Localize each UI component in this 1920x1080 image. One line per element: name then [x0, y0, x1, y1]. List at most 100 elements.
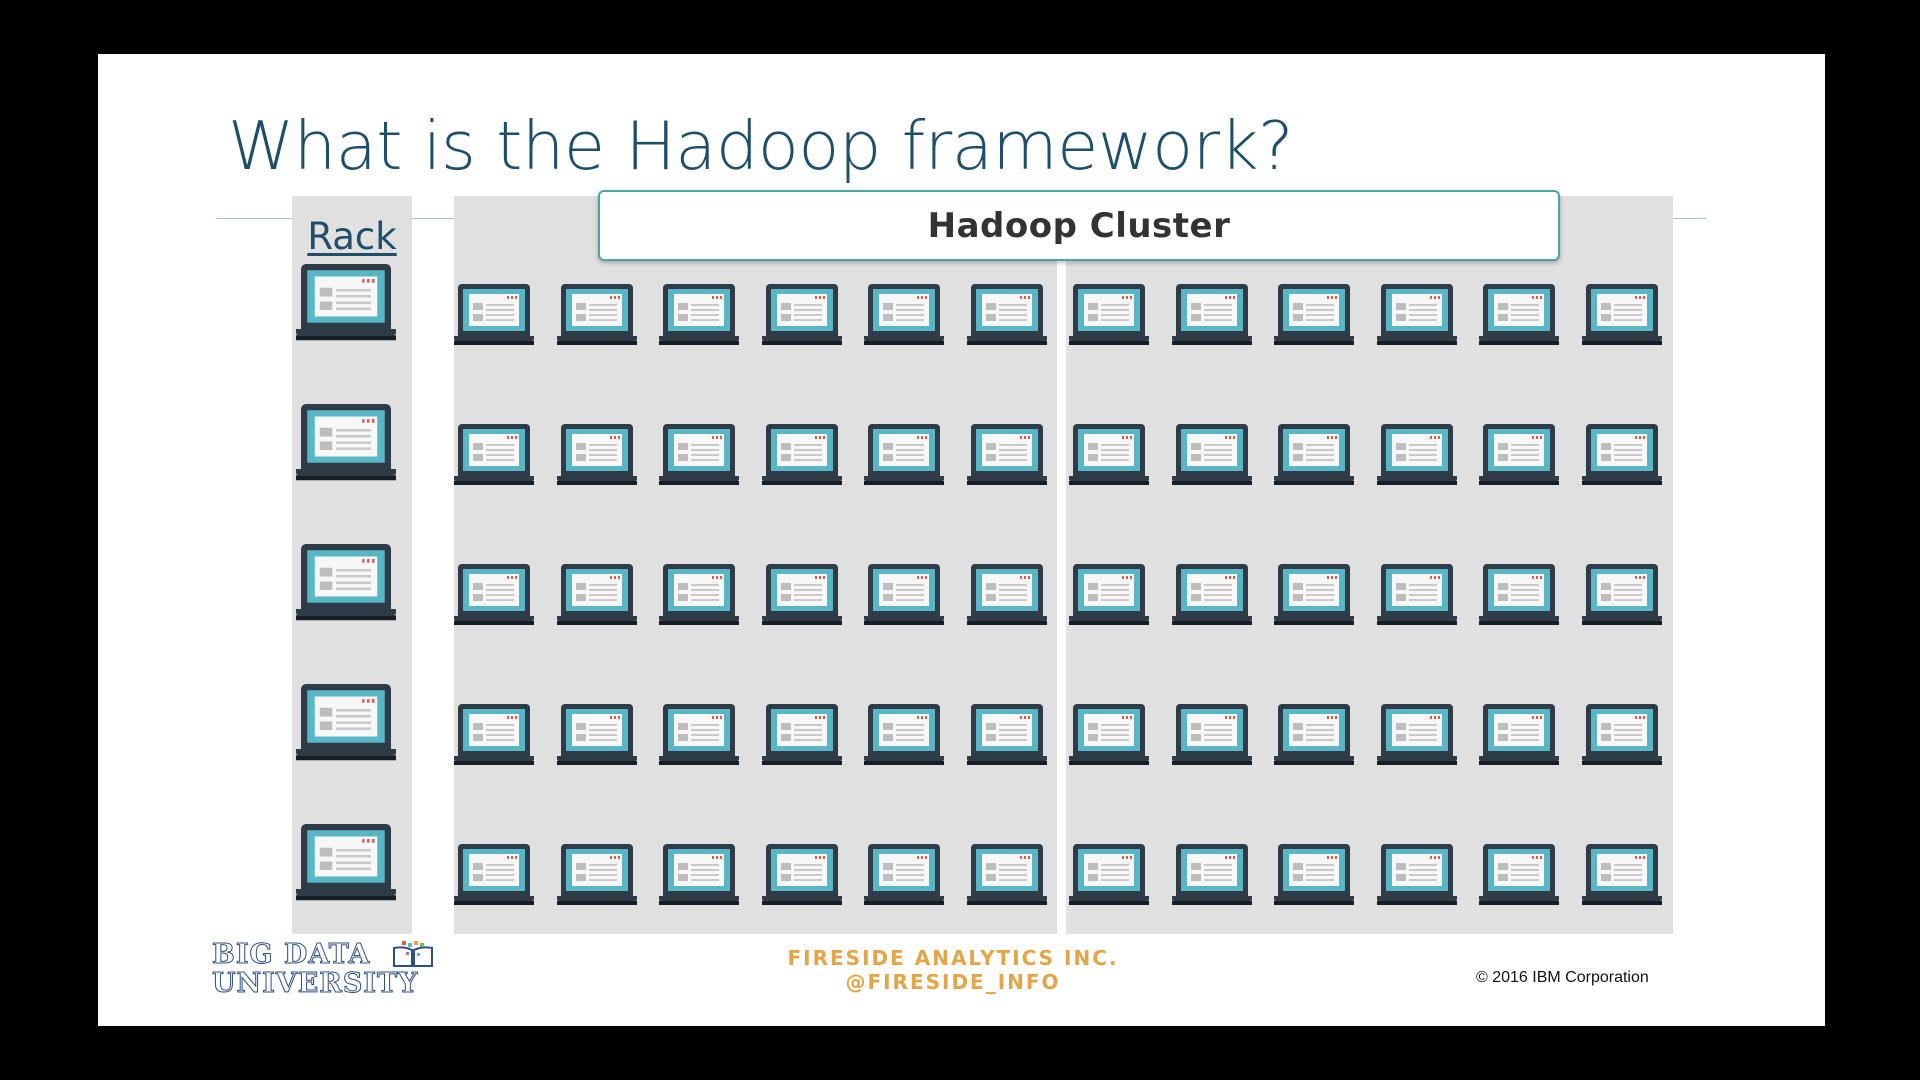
laptop-node: [1581, 284, 1685, 424]
logo-line-2: UNIVERSITY: [212, 968, 419, 999]
laptop-node: [1069, 704, 1172, 844]
laptop-icon: [659, 424, 739, 486]
fireside-analytics-credit: FIRESIDE ANALYTICS INC. @FIRESIDE_INFO: [753, 946, 1153, 994]
laptop-icon: [1376, 424, 1457, 486]
laptop-icon: [1069, 284, 1149, 346]
laptop-icon: [761, 284, 842, 346]
laptop-icon: [761, 424, 842, 486]
laptop-icon: [761, 844, 842, 906]
laptop-node: [1581, 424, 1685, 564]
hadoop-cluster-label: Hadoop Cluster: [927, 205, 1231, 246]
laptop-node: [761, 424, 865, 564]
laptop-icon: [761, 564, 842, 626]
laptop-icon: [1479, 844, 1559, 906]
laptop-node: [966, 284, 1070, 424]
laptop-node: [1171, 424, 1275, 564]
laptop-icon: [1479, 424, 1559, 486]
laptop-node: [1274, 424, 1377, 564]
laptop-icon: [296, 264, 396, 342]
laptop-icon: [1171, 704, 1252, 766]
laptop-node: [659, 564, 762, 704]
laptop-icon: [1581, 844, 1662, 906]
laptop-icon: [761, 704, 842, 766]
laptop-icon: [454, 424, 534, 486]
laptop-node: [1069, 564, 1172, 704]
laptop-node: [659, 424, 762, 564]
laptop-node: [1274, 284, 1377, 424]
laptop-icon: [659, 704, 739, 766]
laptop-node: [1479, 284, 1582, 424]
laptop-icon: [966, 564, 1047, 626]
laptop-node: [296, 404, 396, 544]
laptop-icon: [1069, 704, 1149, 766]
laptop-icon: [296, 404, 396, 482]
laptop-node: [556, 844, 660, 984]
laptop-node: [1376, 844, 1480, 984]
laptop-node: [761, 564, 865, 704]
laptop-node: [1479, 424, 1582, 564]
laptop-node: [966, 564, 1070, 704]
laptop-icon: [454, 844, 534, 906]
laptop-icon: [1376, 284, 1457, 346]
laptop-icon: [454, 284, 534, 346]
big-data-university-logo: BIG DATA UNIVERSITY: [212, 940, 433, 1002]
laptop-icon: [966, 704, 1047, 766]
laptop-node: [966, 704, 1070, 844]
laptop-node: [1274, 564, 1377, 704]
laptop-node: [556, 564, 660, 704]
laptop-icon: [966, 284, 1047, 346]
laptop-icon: [1376, 704, 1457, 766]
laptop-icon: [1274, 284, 1354, 346]
laptop-node: [1376, 424, 1480, 564]
laptop-icon: [1274, 844, 1354, 906]
laptop-node: [1479, 844, 1582, 984]
laptop-icon: [659, 284, 739, 346]
laptop-node: [659, 844, 762, 984]
laptop-node: [1581, 564, 1685, 704]
laptop-node: [1171, 704, 1275, 844]
slide: What is the Hadoop framework? Rack Hadoo…: [98, 54, 1825, 1026]
laptop-icon: [864, 564, 944, 626]
laptop-icon: [1171, 284, 1252, 346]
laptop-icon: [1274, 424, 1354, 486]
laptop-icon: [1581, 704, 1662, 766]
cluster-laptop-grid: [454, 284, 1684, 984]
laptop-icon: [296, 544, 396, 622]
laptop-node: [1171, 564, 1275, 704]
laptop-icon: [864, 284, 944, 346]
laptop-node: [1479, 704, 1582, 844]
laptop-icon: [1171, 844, 1252, 906]
laptop-icon: [1581, 284, 1662, 346]
laptop-icon: [1479, 284, 1559, 346]
laptop-node: [556, 284, 660, 424]
laptop-icon: [1069, 564, 1149, 626]
laptop-node: [1581, 704, 1685, 844]
laptop-icon: [1581, 564, 1662, 626]
copyright-notice: © 2016 IBM Corporation: [1476, 969, 1649, 986]
laptop-node: [556, 424, 660, 564]
laptop-icon: [864, 424, 944, 486]
rack-laptop-column: [296, 264, 396, 964]
slide-title: What is the Hadoop framework?: [228, 107, 1294, 185]
laptop-node: [966, 424, 1070, 564]
laptop-icon: [556, 564, 637, 626]
rack-label[interactable]: Rack: [292, 218, 412, 255]
laptop-icon: [454, 704, 534, 766]
laptop-node: [864, 564, 967, 704]
laptop-icon: [1581, 424, 1662, 486]
laptop-icon: [1171, 564, 1252, 626]
laptop-icon: [1274, 564, 1354, 626]
laptop-icon: [966, 844, 1047, 906]
laptop-node: [296, 684, 396, 824]
laptop-node: [659, 704, 762, 844]
laptop-icon: [1069, 424, 1149, 486]
laptop-node: [1376, 284, 1480, 424]
laptop-node: [1274, 704, 1377, 844]
laptop-node: [864, 284, 967, 424]
laptop-icon: [454, 564, 534, 626]
laptop-icon: [296, 824, 396, 902]
laptop-icon: [1376, 844, 1457, 906]
laptop-node: [454, 844, 557, 984]
laptop-node: [864, 424, 967, 564]
laptop-icon: [296, 684, 396, 762]
